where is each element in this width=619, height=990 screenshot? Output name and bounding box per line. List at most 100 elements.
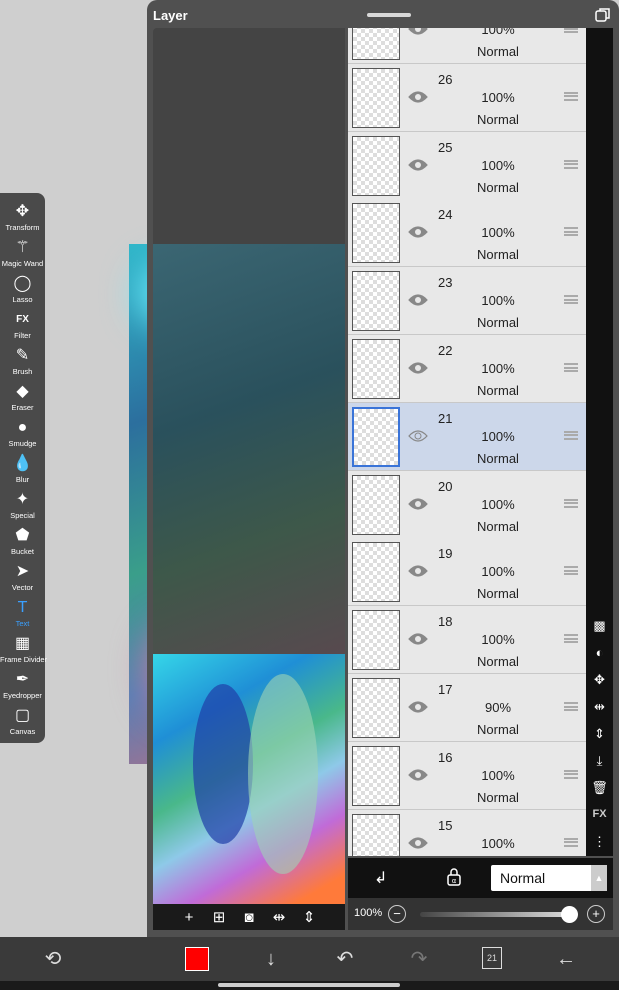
layer-row[interactable]: 24 100% Normal (348, 199, 586, 268)
panel-drag-handle[interactable] (367, 13, 411, 17)
tool-bucket[interactable]: ⬟ Bucket (0, 525, 45, 561)
layer-row[interactable]: 20 100% Normal (348, 470, 586, 539)
layer-list[interactable]: 100% Normal 26 100% Normal 25 100% Normal 24 100%… (348, 28, 586, 856)
opacity-slider-handle[interactable] (561, 906, 578, 923)
layer-thumbnail[interactable] (352, 474, 400, 535)
flip-vertical-icon[interactable]: ⇕ (301, 908, 317, 926)
layer-thumbnail[interactable] (352, 813, 400, 856)
tool-eyedropper[interactable]: ✒ Eyedropper (0, 669, 45, 705)
visibility-eye-icon[interactable] (408, 700, 428, 714)
drag-handle-icon[interactable] (564, 28, 578, 33)
tool-lasso[interactable]: ◯ Lasso (0, 273, 45, 309)
tool-blur[interactable]: 💧 Blur (0, 453, 45, 489)
layer-row[interactable]: 22 100% Normal (348, 335, 586, 403)
redo-icon[interactable]: ↷ (406, 946, 432, 972)
move-layer-icon[interactable]: ✥ (590, 670, 609, 689)
opacity-slider[interactable] (420, 912, 570, 917)
tool-magic-wand[interactable]: ⚚ Magic Wand (0, 237, 45, 273)
tool-frame-divider[interactable]: ▦ Frame Divider (0, 633, 47, 669)
layer-row[interactable]: 26 100% Normal (348, 63, 586, 132)
rotate-icon[interactable]: ⟲ (40, 946, 66, 972)
drag-handle-icon[interactable] (564, 769, 578, 779)
flip-icon[interactable]: ⇹ (271, 908, 287, 926)
visibility-eye-icon[interactable] (408, 429, 428, 443)
drag-handle-icon[interactable] (564, 634, 578, 644)
blend-mode-select[interactable]: Normal ▲ (491, 865, 607, 891)
drag-handle-icon[interactable] (564, 430, 578, 440)
visibility-eye-icon[interactable] (408, 564, 428, 578)
tool-vector[interactable]: ➤ Vector (0, 561, 45, 597)
page-counter[interactable]: 21 (482, 947, 502, 969)
add-layer-icon[interactable]: + (181, 909, 197, 926)
undo-icon[interactable]: ↶ (332, 946, 358, 972)
layer-thumbnail[interactable] (352, 28, 400, 60)
drag-handle-icon[interactable] (564, 837, 578, 847)
layer-row[interactable]: 17 90% Normal (348, 674, 586, 742)
layer-row[interactable]: 100% Normal (348, 28, 586, 64)
clipping-icon[interactable]: ↲ (374, 868, 387, 888)
layer-row[interactable]: 25 100% Normal (348, 131, 586, 200)
tool-brush[interactable]: ✎ Brush (0, 345, 45, 381)
restore-window-icon[interactable] (595, 7, 611, 23)
layer-row[interactable]: 15 100% (348, 809, 586, 856)
layer-row[interactable]: 16 100% Normal (348, 741, 586, 810)
layer-thumbnail[interactable] (352, 542, 400, 603)
tool-canvas[interactable]: ▢ Canvas (0, 705, 45, 741)
tool-text[interactable]: T Text (0, 597, 45, 633)
download-arrow-icon[interactable]: ↓ (258, 946, 284, 972)
layer-thumbnail[interactable] (352, 203, 400, 264)
opacity-decrease-button[interactable]: − (388, 905, 406, 923)
layer-thumbnail[interactable] (352, 271, 400, 332)
transparency-icon[interactable]: ▩ (590, 616, 609, 635)
add-special-layer-icon[interactable]: ⊞ (211, 908, 227, 926)
navigator-thumbnail[interactable] (153, 654, 345, 904)
drag-handle-icon[interactable] (564, 702, 578, 711)
flip-horizontal-icon[interactable]: ⇹ (590, 697, 609, 716)
flip-vertical-icon[interactable]: ⇕ (590, 724, 609, 743)
tool-eraser[interactable]: ◆ Eraser (0, 381, 45, 417)
merge-down-icon[interactable]: ⤓ (590, 751, 609, 770)
layer-row[interactable]: 21 100% Normal (348, 402, 586, 471)
layer-thumbnail[interactable] (352, 339, 400, 399)
drag-handle-icon[interactable] (564, 91, 578, 101)
drag-handle-icon[interactable] (564, 498, 578, 508)
visibility-eye-icon[interactable] (408, 158, 428, 172)
layer-row[interactable]: 18 100% Normal (348, 606, 586, 675)
drag-handle-icon[interactable] (564, 566, 578, 576)
drag-handle-icon[interactable] (564, 295, 578, 305)
tool-transform[interactable]: ✥ Transform (0, 201, 45, 237)
drag-handle-icon[interactable] (564, 363, 578, 372)
layer-thumbnail[interactable] (352, 406, 400, 467)
visibility-eye-icon[interactable] (408, 293, 428, 307)
camera-icon[interactable]: ◙ (241, 909, 257, 926)
back-arrow-icon[interactable]: ← (553, 946, 579, 972)
visibility-eye-icon[interactable] (408, 836, 428, 850)
layer-thumbnail[interactable] (352, 678, 400, 738)
trash-icon[interactable]: 🗑 (590, 778, 609, 797)
alpha-lock-icon[interactable]: α (446, 868, 462, 886)
layer-row[interactable]: 19 100% Normal (348, 538, 586, 607)
drag-handle-icon[interactable] (564, 227, 578, 237)
visibility-eye-icon[interactable] (408, 28, 428, 36)
visibility-eye-icon[interactable] (408, 90, 428, 104)
layer-row[interactable]: 23 100% Normal (348, 267, 586, 336)
visibility-eye-icon[interactable] (408, 768, 428, 782)
home-indicator[interactable] (218, 983, 400, 987)
primary-color-swatch[interactable] (185, 947, 209, 971)
visibility-eye-icon[interactable] (408, 497, 428, 511)
layer-thumbnail[interactable] (352, 745, 400, 806)
visibility-eye-icon[interactable] (408, 361, 428, 375)
tool-filter[interactable]: FX Filter (0, 309, 45, 345)
visibility-eye-icon[interactable] (408, 632, 428, 646)
visibility-eye-icon[interactable] (408, 225, 428, 239)
layer-thumbnail[interactable] (352, 67, 400, 128)
contrast-icon[interactable]: ◐ (590, 643, 609, 662)
opacity-increase-button[interactable]: + (587, 905, 605, 923)
layer-thumbnail[interactable] (352, 135, 400, 196)
more-icon[interactable]: ⋮ (590, 832, 609, 851)
drag-handle-icon[interactable] (564, 159, 578, 169)
fx-layer-icon[interactable]: FX (590, 805, 609, 824)
layer-thumbnail[interactable] (352, 610, 400, 671)
tool-smudge[interactable]: ● Smudge (0, 417, 45, 453)
tool-special[interactable]: ✦ Special (0, 489, 45, 525)
